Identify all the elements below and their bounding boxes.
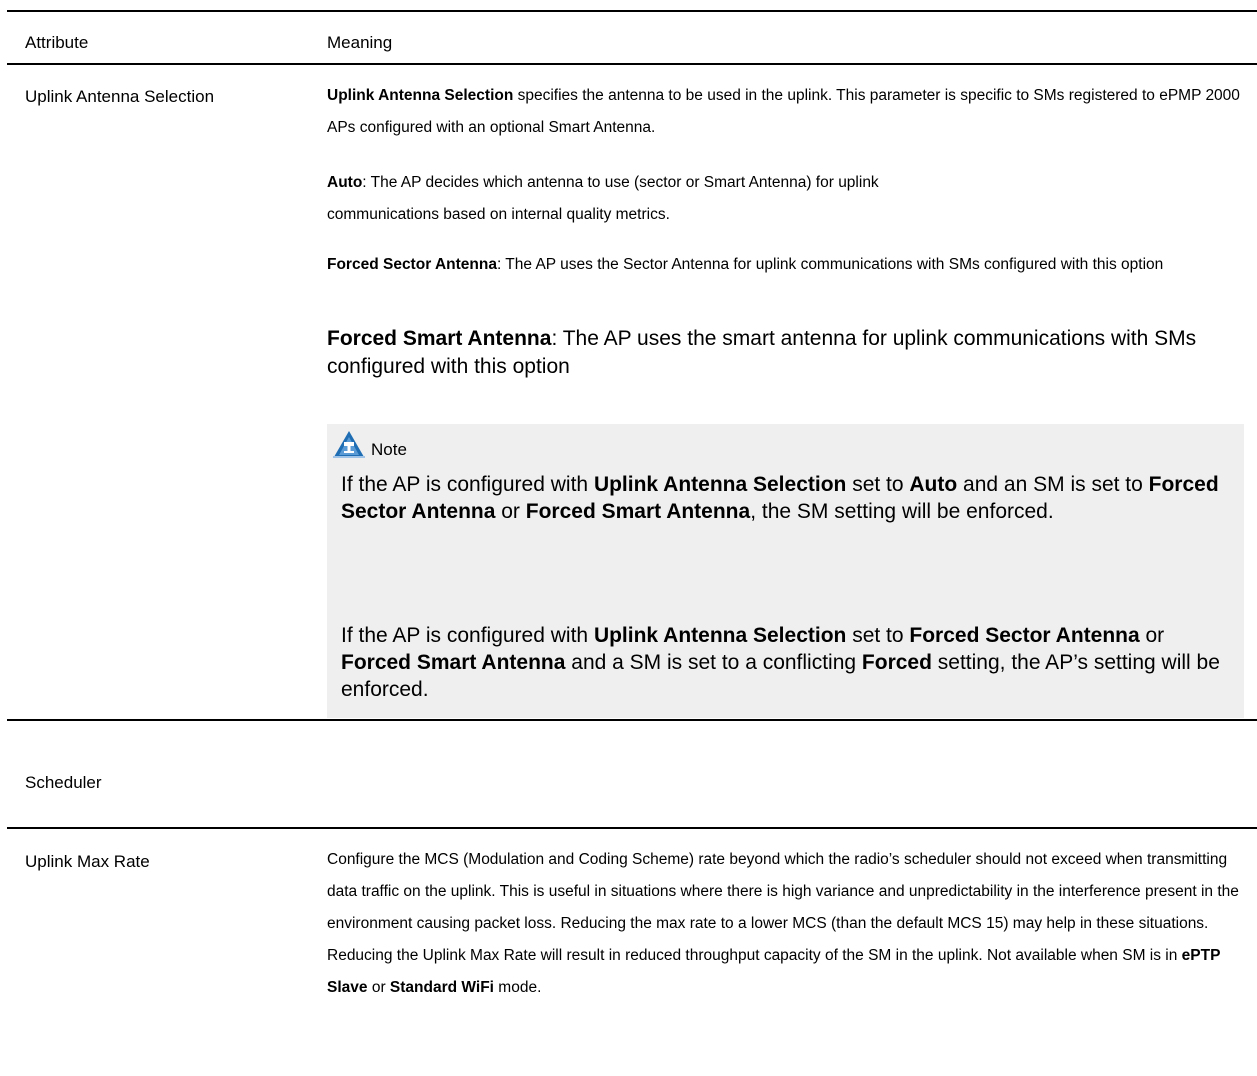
text: and an SM is set to bbox=[957, 473, 1149, 496]
bold-term: Forced Sector Antenna bbox=[327, 256, 497, 273]
bold-term: Uplink Antenna Selection bbox=[593, 624, 847, 647]
text: or bbox=[367, 979, 390, 996]
text: , the SM setting will be enforced. bbox=[750, 500, 1054, 523]
bold-term: Forced Smart Antenna bbox=[525, 500, 751, 523]
row2-description: Configure the MCS (Modulation and Coding… bbox=[327, 844, 1257, 1004]
bold-term: Auto bbox=[327, 174, 363, 191]
row-attribute-uplink-max-rate: Uplink Max Rate bbox=[25, 852, 150, 871]
bold-term: Forced bbox=[861, 651, 932, 674]
text: or bbox=[495, 500, 526, 523]
text: mode. bbox=[493, 979, 542, 996]
header-rule bbox=[7, 63, 1257, 65]
text: If the AP is configured with bbox=[341, 624, 594, 647]
text: or bbox=[1139, 624, 1165, 647]
bold-term: Forced Smart Antenna bbox=[327, 327, 552, 350]
note-paragraph-1: If the AP is configured with Uplink Ante… bbox=[341, 471, 1231, 525]
table-top-rule bbox=[7, 10, 1257, 12]
bold-term: Uplink Antenna Selection bbox=[593, 473, 847, 496]
text: set to bbox=[846, 624, 910, 647]
section-bottom-rule bbox=[7, 827, 1257, 829]
text: : The AP decides which antenna to use (s… bbox=[327, 174, 879, 223]
bold-term: Forced Smart Antenna bbox=[341, 651, 566, 674]
bold-term: Forced Sector Antenna bbox=[909, 624, 1140, 647]
header-attribute: Attribute bbox=[25, 33, 89, 52]
note-icon bbox=[333, 431, 365, 458]
row1-paragraph-3: Forced Sector Antenna: The AP uses the S… bbox=[327, 249, 1257, 281]
row1-paragraph-1: Uplink Antenna Selection specifies the a… bbox=[327, 80, 1252, 144]
bold-term: Uplink Antenna Selection bbox=[327, 87, 514, 104]
text: : The AP uses the Sector Antenna for upl… bbox=[496, 256, 1164, 273]
row1-paragraph-4: Forced Smart Antenna: The AP uses the sm… bbox=[327, 325, 1232, 381]
text: Configure the MCS (Modulation and Coding… bbox=[327, 851, 1239, 964]
row1-bottom-rule bbox=[7, 719, 1257, 721]
bold-term: Auto bbox=[909, 473, 958, 496]
bold-term: Standard WiFi bbox=[389, 979, 494, 996]
text: If the AP is configured with bbox=[341, 473, 594, 496]
row-attribute-uplink-antenna-selection: Uplink Antenna Selection bbox=[25, 87, 215, 106]
note-paragraph-2: If the AP is configured with Uplink Ante… bbox=[341, 622, 1231, 703]
note-box: Note If the AP is configured with Uplink… bbox=[327, 424, 1244, 718]
row1-paragraph-2: Auto: The AP decides which antenna to us… bbox=[327, 167, 927, 231]
text: set to bbox=[846, 473, 910, 496]
section-scheduler: Scheduler bbox=[25, 773, 102, 792]
text: and a SM is set to a conflicting bbox=[565, 651, 862, 674]
header-meaning: Meaning bbox=[327, 33, 393, 52]
note-label: Note bbox=[371, 440, 407, 459]
